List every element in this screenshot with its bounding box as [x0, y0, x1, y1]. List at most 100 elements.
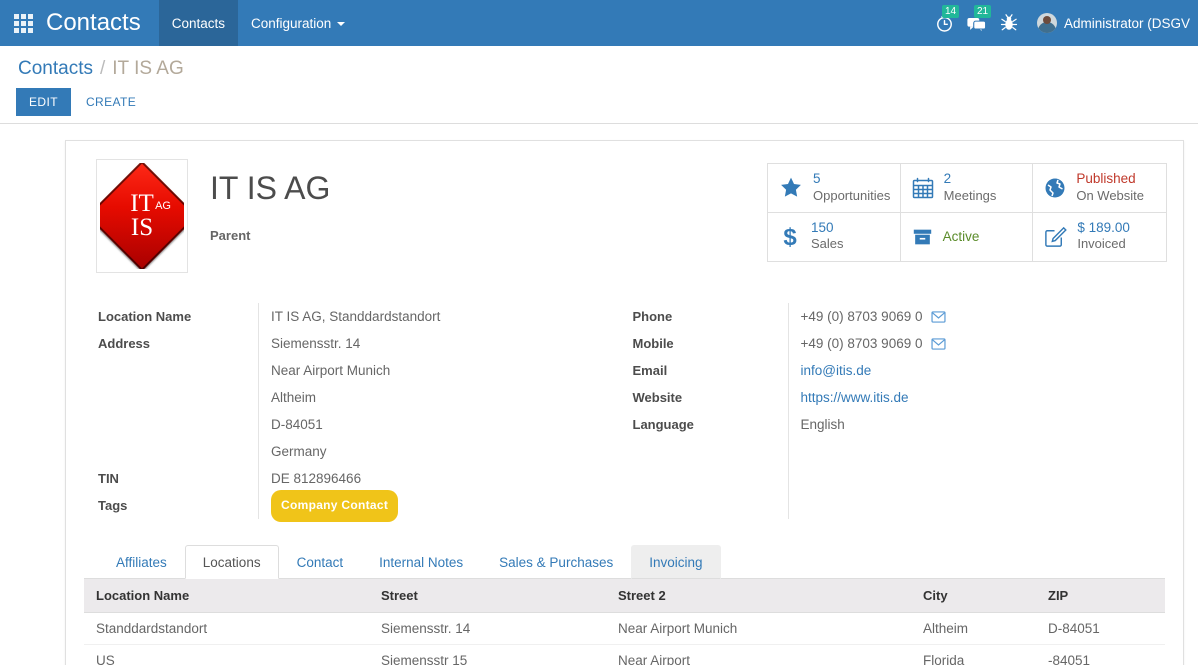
nav-item-contacts-label: Contacts	[171, 15, 225, 31]
stat-value-website: Published	[1076, 171, 1136, 186]
tags-container: Company Contact	[271, 489, 631, 522]
tab-internal-notes-label: Internal Notes	[379, 555, 464, 570]
activity-menu-button[interactable]: 14	[929, 0, 961, 46]
messaging-count-badge: 21	[973, 5, 992, 18]
stat-value-opportunities: 5	[813, 171, 821, 186]
control-panel-buttons: EDIT CREATE	[0, 88, 1198, 116]
field-groups: Location Name Address TIN Tags IT IS AG,…	[82, 303, 1167, 522]
apps-menu-button[interactable]	[0, 0, 46, 46]
nav-item-contacts[interactable]: Contacts	[158, 0, 238, 46]
tab-affiliates-label: Affiliates	[116, 555, 167, 570]
stat-value-meetings: 2	[943, 171, 952, 186]
notebook: Affiliates Locations Contact Internal No…	[82, 545, 1167, 665]
cell-street2: Near Airport Munich	[606, 612, 911, 645]
value-phone-row: +49 (0) 8703 9069 0	[801, 303, 1166, 330]
cell-location-name: Standdardstandort	[84, 612, 369, 645]
value-address-country: Germany	[271, 444, 327, 459]
stat-button-active[interactable]: Active	[900, 212, 1034, 261]
stat-button-meetings[interactable]: 2 Meetings	[900, 164, 1034, 213]
page-title: IT IS AG	[210, 170, 331, 206]
label-email: Email	[632, 363, 668, 378]
stat-label-meetings: Meetings	[943, 187, 997, 203]
tab-locations-label: Locations	[202, 555, 261, 570]
label-location-name: Location Name	[98, 309, 192, 324]
column-header-zip[interactable]: ZIP	[1036, 579, 1165, 613]
value-location-name: IT IS AG, Standdardstandort	[271, 309, 441, 324]
table-row[interactable]: US Siemensstr 15 Near Airport Florida -8…	[84, 644, 1165, 665]
breadcrumb-separator: /	[99, 58, 106, 79]
table-row[interactable]: Standdardstandort Siemensstr. 14 Near Ai…	[84, 612, 1165, 645]
envelope-icon[interactable]	[931, 310, 947, 323]
stat-button-sales[interactable]: $ 150 Sales	[768, 212, 901, 261]
navbar-menus: Contacts Configuration	[158, 0, 359, 46]
stat-label-invoiced: Invoiced	[1077, 236, 1126, 252]
tab-locations[interactable]: Locations	[184, 545, 279, 579]
breadcrumb-current: IT IS AG	[112, 58, 184, 79]
archive-icon	[911, 226, 934, 248]
invoice-pencil-icon	[1043, 225, 1068, 249]
create-button[interactable]: CREATE	[77, 88, 145, 116]
notebook-tabs: Affiliates Locations Contact Internal No…	[84, 545, 1165, 579]
value-email-row: info@itis.de	[801, 357, 1166, 384]
tab-invoicing-label: Invoicing	[649, 555, 703, 570]
right-labels: Phone Mobile Email Website Language	[633, 303, 788, 519]
tab-sales-purchases[interactable]: Sales & Purchases	[481, 545, 631, 579]
value-address-zip: D-84051	[271, 417, 323, 432]
dollar-icon: $	[778, 224, 802, 250]
value-tin: DE 812896466	[271, 471, 362, 486]
cell-zip: -84051	[1036, 644, 1165, 665]
cell-location-name: US	[84, 644, 369, 665]
column-header-street[interactable]: Street	[369, 579, 606, 613]
label-website: Website	[632, 390, 683, 405]
record-title-block: IT IS AG Parent	[188, 159, 767, 243]
tab-invoicing[interactable]: Invoicing	[631, 545, 721, 579]
label-mobile: Mobile	[632, 336, 674, 351]
envelope-icon[interactable]	[931, 337, 947, 350]
email-link[interactable]: info@itis.de	[801, 357, 872, 384]
value-phone: +49 (0) 8703 9069 0	[800, 309, 923, 324]
status-badge[interactable]: Company Contact	[271, 489, 399, 522]
it-is-ag-logo-icon	[100, 163, 184, 269]
column-header-street2[interactable]: Street 2	[606, 579, 911, 613]
stat-label-sales: Sales	[811, 236, 844, 252]
column-header-location-name[interactable]: Location Name	[84, 579, 369, 613]
cell-street: Siemensstr 15	[369, 644, 606, 665]
form-view: IT IS AG IT IS AG Parent 5 Opportunities…	[0, 124, 1198, 665]
messaging-menu-button[interactable]: 21	[961, 0, 993, 46]
nav-item-configuration[interactable]: Configuration	[238, 0, 358, 46]
table-header-row: Location Name Street Street 2 City ZIP	[84, 579, 1165, 613]
user-menu-button[interactable]: Administrator (DSGV	[1025, 13, 1198, 33]
chevron-down-icon	[337, 22, 346, 26]
column-header-city[interactable]: City	[911, 579, 1036, 613]
value-mobile-row: +49 (0) 8703 9069 0	[801, 330, 1166, 357]
breadcrumb-root-link[interactable]: Contacts	[18, 58, 93, 80]
stat-label-website: On Website	[1076, 187, 1145, 203]
stat-button-opportunities[interactable]: 5 Opportunities	[768, 164, 901, 213]
globe-icon	[1043, 176, 1067, 200]
cell-zip: D-84051	[1036, 612, 1165, 645]
stat-button-invoiced[interactable]: $ 189.00 Invoiced	[1033, 212, 1166, 261]
breadcrumb: Contacts / IT IS AG	[0, 46, 1198, 80]
value-address-city: Altheim	[271, 390, 317, 405]
cell-city: Florida	[911, 644, 1036, 665]
cell-street: Siemensstr. 14	[369, 612, 606, 645]
record-sheet: IT IS AG IT IS AG Parent 5 Opportunities…	[65, 140, 1184, 665]
value-address-street2: Near Airport Munich	[271, 363, 391, 378]
stat-button-website[interactable]: Published On Website	[1033, 164, 1166, 213]
tab-affiliates[interactable]: Affiliates	[98, 545, 185, 579]
value-address-street: Siemensstr. 14	[271, 336, 361, 351]
tab-internal-notes[interactable]: Internal Notes	[361, 545, 481, 579]
field-group-left: Location Name Address TIN Tags IT IS AG,…	[84, 303, 631, 522]
value-mobile: +49 (0) 8703 9069 0	[800, 336, 923, 351]
control-panel: Contacts / IT IS AG EDIT CREATE Print Ac…	[0, 46, 1198, 153]
navbar-systray: 14 21 Administrator (DSGV	[929, 0, 1198, 46]
company-logo[interactable]: IT IS AG	[96, 159, 188, 273]
debug-menu-button[interactable]	[993, 0, 1025, 46]
edit-button[interactable]: EDIT	[16, 88, 71, 116]
left-labels: Location Name Address TIN Tags	[98, 303, 258, 519]
tab-contact-label: Contact	[296, 555, 344, 570]
label-tags: Tags	[98, 498, 128, 513]
tab-contact[interactable]: Contact	[279, 545, 362, 579]
website-link[interactable]: https://www.itis.de	[801, 384, 909, 411]
left-values: IT IS AG, Standdardstandort Siemensstr. …	[258, 303, 631, 522]
